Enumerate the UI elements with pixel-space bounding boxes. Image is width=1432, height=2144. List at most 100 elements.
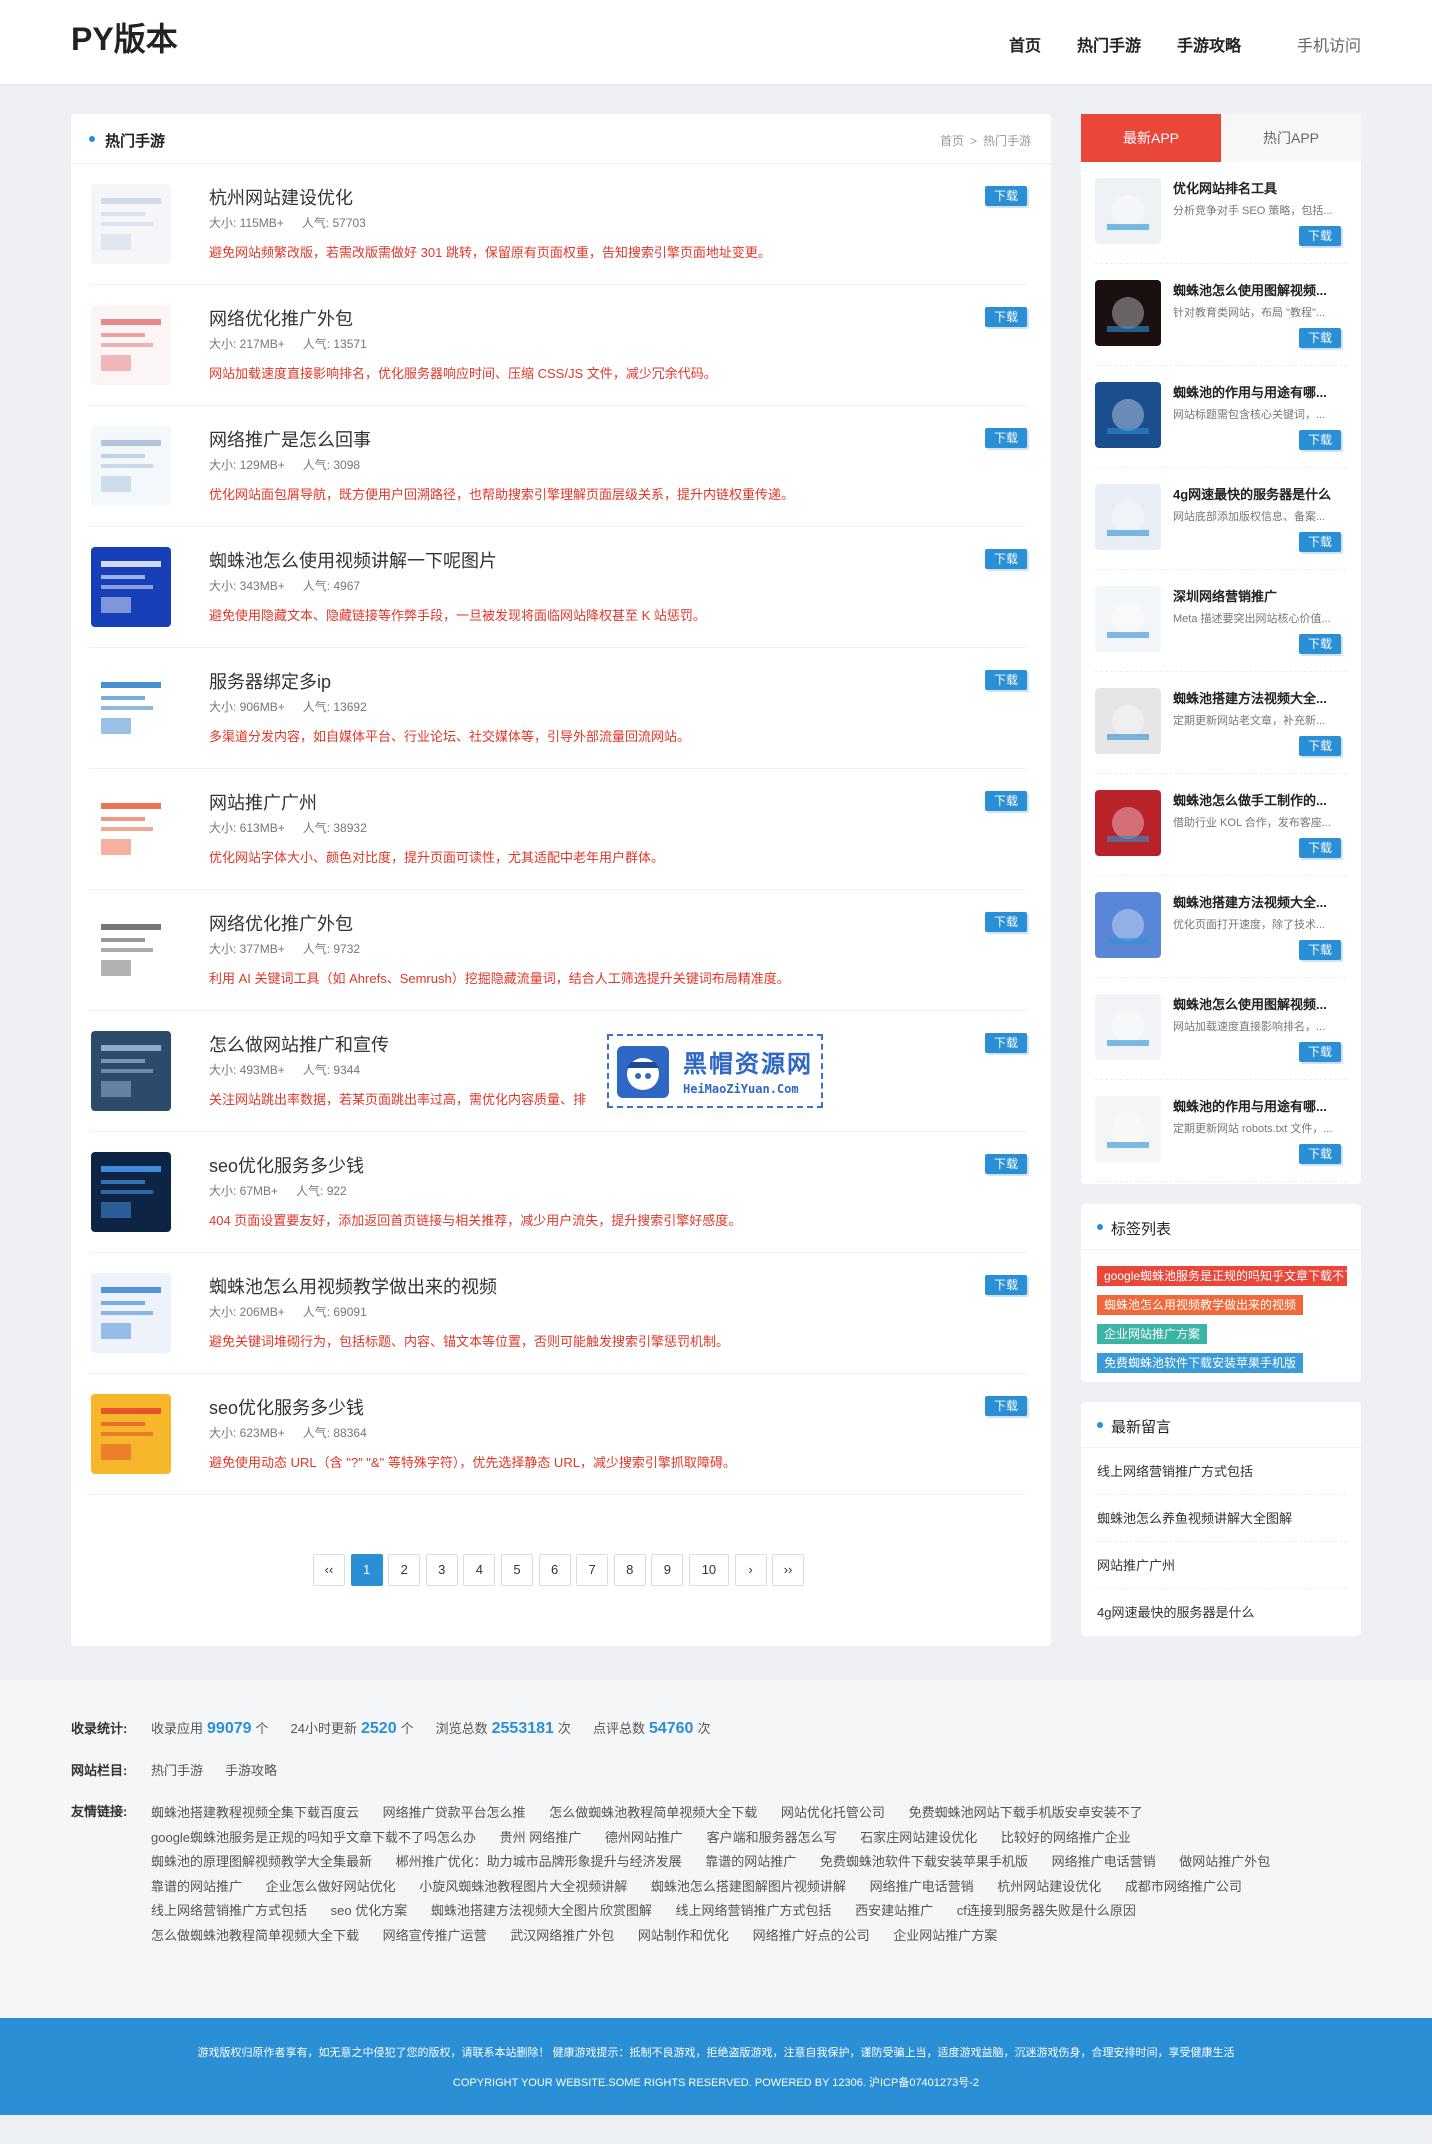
nav-game-guides[interactable]: 手游攻略: [1177, 32, 1241, 56]
app-thumbnail[interactable]: [1095, 178, 1161, 244]
app-title[interactable]: 深圳网络营销推广: [1173, 586, 1349, 605]
app-title[interactable]: 4g网速最快的服务器是什么: [1173, 484, 1349, 503]
download-button[interactable]: 下载: [1299, 940, 1341, 960]
app-thumbnail[interactable]: [1095, 484, 1161, 550]
download-button[interactable]: 下载: [985, 186, 1027, 206]
download-button[interactable]: 下载: [1299, 634, 1341, 654]
friend-link[interactable]: google蜘蛛池服务是正规的吗知乎文章下载不了吗怎么办: [151, 1830, 476, 1845]
download-button[interactable]: 下载: [985, 549, 1027, 569]
app-title[interactable]: 蜘蛛池怎么做手工制作的...: [1173, 790, 1349, 809]
app-thumbnail[interactable]: [1095, 892, 1161, 958]
game-title[interactable]: 网络优化推广外包: [209, 305, 353, 331]
friend-link[interactable]: 网络推广贷款平台怎么推: [383, 1805, 526, 1820]
friend-link[interactable]: 做网站推广外包: [1179, 1854, 1270, 1869]
download-button[interactable]: 下载: [985, 307, 1027, 327]
friend-link[interactable]: 企业网站推广方案: [893, 1928, 997, 1943]
friend-link[interactable]: 靠谱的网站推广: [151, 1879, 242, 1894]
app-thumbnail[interactable]: [1095, 280, 1161, 346]
game-thumbnail[interactable]: [91, 426, 171, 506]
friend-link[interactable]: 怎么做蜘蛛池教程简单视频大全下载: [549, 1805, 757, 1820]
message-link[interactable]: 蜘蛛池怎么养鱼视频讲解大全图解: [1095, 1495, 1347, 1542]
game-thumbnail[interactable]: [91, 547, 171, 627]
tag-chip[interactable]: 免费蜘蛛池软件下载安装苹果手机版: [1097, 1353, 1304, 1373]
tag-chip[interactable]: 蜘蛛池怎么用视频教学做出来的视频: [1097, 1295, 1304, 1315]
game-title[interactable]: 蜘蛛池怎么用视频教学做出来的视频: [209, 1273, 497, 1299]
app-thumbnail[interactable]: [1095, 790, 1161, 856]
tab-hot-app[interactable]: 热门APP: [1221, 114, 1361, 162]
game-thumbnail[interactable]: [91, 668, 171, 748]
page-button[interactable]: ››: [772, 1554, 805, 1586]
game-thumbnail[interactable]: [91, 789, 171, 869]
friend-link[interactable]: 网络宣传推广运营: [383, 1928, 487, 1943]
friend-link[interactable]: 免费蜘蛛池网站下载手机版安卓安装不了: [909, 1805, 1143, 1820]
nav-hot-games[interactable]: 热门手游: [1077, 32, 1141, 56]
nav-home[interactable]: 首页: [1009, 32, 1041, 56]
app-thumbnail[interactable]: [1095, 994, 1161, 1060]
page-button[interactable]: 7: [576, 1554, 609, 1586]
friend-link[interactable]: 靠谱的网站推广: [705, 1854, 796, 1869]
tag-chip[interactable]: 企业网站推广方案: [1097, 1324, 1208, 1344]
friend-link[interactable]: 网络推广电话营销: [870, 1879, 974, 1894]
app-thumbnail[interactable]: [1095, 382, 1161, 448]
friend-link[interactable]: 网站制作和优化: [638, 1928, 729, 1943]
page-button[interactable]: ‹‹: [313, 1554, 345, 1586]
friend-link[interactable]: 石家庄网站建设优化: [860, 1830, 977, 1845]
download-button[interactable]: 下载: [985, 791, 1027, 811]
site-logo[interactable]: PY版本: [71, 14, 178, 60]
friend-link[interactable]: cf连接到服务器失败是什么原因: [957, 1903, 1136, 1918]
app-thumbnail[interactable]: [1095, 688, 1161, 754]
page-button[interactable]: 8: [613, 1554, 646, 1586]
app-title[interactable]: 蜘蛛池怎么使用图解视频...: [1173, 280, 1349, 299]
download-button[interactable]: 下载: [1299, 736, 1341, 756]
friend-link[interactable]: 小旋风蜘蛛池教程图片大全视频讲解: [419, 1879, 627, 1894]
friend-link[interactable]: 杭州网站建设优化: [997, 1879, 1101, 1894]
friend-link[interactable]: 免费蜘蛛池软件下载安装苹果手机版: [820, 1854, 1028, 1869]
page-button[interactable]: ›: [734, 1554, 767, 1586]
friend-link[interactable]: 蜘蛛池搭建教程视频全集下载百度云: [151, 1805, 359, 1820]
friend-link[interactable]: 网络推广电话营销: [1052, 1854, 1156, 1869]
friend-link[interactable]: 线上网络营销推广方式包括: [675, 1903, 831, 1918]
nav-mobile-access[interactable]: 手机访问: [1297, 32, 1361, 56]
game-thumbnail[interactable]: [91, 1394, 171, 1474]
download-button[interactable]: 下载: [985, 1154, 1027, 1174]
friend-link[interactable]: 网络推广好点的公司: [753, 1928, 870, 1943]
download-button[interactable]: 下载: [1299, 1144, 1341, 1164]
game-thumbnail[interactable]: [91, 1031, 171, 1111]
page-button[interactable]: 6: [538, 1554, 571, 1586]
friend-link[interactable]: 比较好的网络推广企业: [1001, 1830, 1131, 1845]
tab-latest-app[interactable]: 最新APP: [1081, 114, 1221, 162]
game-thumbnail[interactable]: [91, 1152, 171, 1232]
game-title[interactable]: 杭州网站建设优化: [209, 184, 353, 210]
download-button[interactable]: 下载: [1299, 430, 1341, 450]
download-button[interactable]: 下载: [985, 1396, 1027, 1416]
app-thumbnail[interactable]: [1095, 1096, 1161, 1162]
message-link[interactable]: 4g网速最快的服务器是什么: [1095, 1589, 1347, 1636]
app-title[interactable]: 蜘蛛池搭建方法视频大全...: [1173, 688, 1349, 707]
friend-link[interactable]: 客户端和服务器怎么写: [707, 1830, 837, 1845]
app-title[interactable]: 蜘蛛池搭建方法视频大全...: [1173, 892, 1349, 911]
app-title[interactable]: 蜘蛛池怎么使用图解视频...: [1173, 994, 1349, 1013]
page-button[interactable]: 4: [463, 1554, 496, 1586]
friend-link[interactable]: 武汉网络推广外包: [510, 1928, 614, 1943]
friend-link[interactable]: 成都市网络推广公司: [1125, 1879, 1242, 1894]
game-title[interactable]: 网络推广是怎么回事: [209, 426, 371, 452]
download-button[interactable]: 下载: [985, 670, 1027, 690]
message-link[interactable]: 线上网络营销推广方式包括: [1095, 1448, 1347, 1495]
download-button[interactable]: 下载: [985, 912, 1027, 932]
download-button[interactable]: 下载: [985, 1033, 1027, 1053]
download-button[interactable]: 下载: [985, 428, 1027, 448]
column-link-hot-games[interactable]: 热门手游: [151, 1760, 203, 1779]
game-title[interactable]: 网站推广广州: [209, 789, 317, 815]
app-title[interactable]: 蜘蛛池的作用与用途有哪...: [1173, 382, 1349, 401]
app-title[interactable]: 优化网站排名工具: [1173, 178, 1349, 197]
friend-link[interactable]: seo 优化方案: [331, 1903, 408, 1918]
download-button[interactable]: 下载: [1299, 1042, 1341, 1062]
game-title[interactable]: 蜘蛛池怎么使用视频讲解一下呢图片: [209, 547, 497, 573]
game-thumbnail[interactable]: [91, 910, 171, 990]
friend-link[interactable]: 怎么做蜘蛛池教程简单视频大全下载: [151, 1928, 359, 1943]
download-button[interactable]: 下载: [1299, 532, 1341, 552]
game-title[interactable]: 服务器绑定多ip: [209, 668, 331, 694]
friend-link[interactable]: 德州网站推广: [605, 1830, 683, 1845]
friend-link[interactable]: 郴州推广优化：助力城市品牌形象提升与经济发展: [396, 1854, 682, 1869]
download-button[interactable]: 下载: [1299, 838, 1341, 858]
